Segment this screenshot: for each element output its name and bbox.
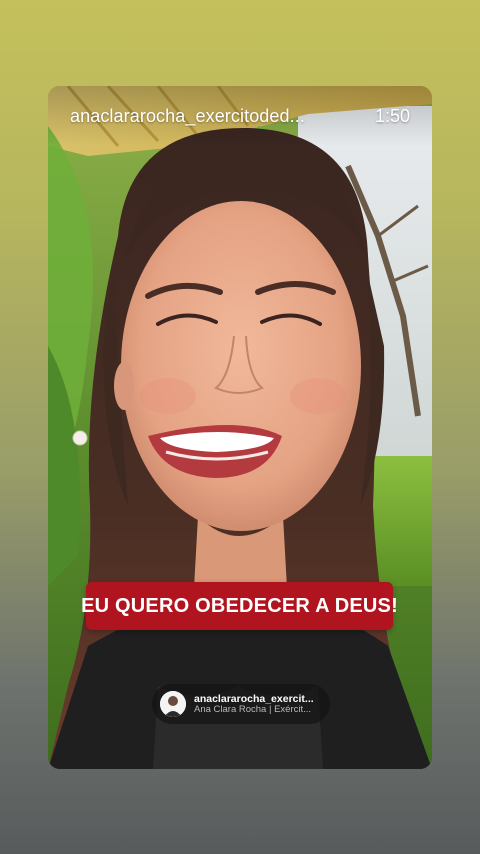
profile-mention-sticker[interactable]: anaclararocha_exercit... Ana Clara Rocha… xyxy=(152,684,330,724)
avatar-icon xyxy=(160,691,186,717)
story-header: anaclararocha_exercitoded... 1:50 xyxy=(48,86,432,146)
story-username[interactable]: anaclararocha_exercitoded... xyxy=(70,106,305,127)
story-video-frame xyxy=(48,86,432,769)
caption-banner: EU QUERO OBEDECER A DEUS! xyxy=(81,582,398,630)
profile-mention-display-name: Ana Clara Rocha | Exércit... xyxy=(194,704,312,715)
story-card[interactable]: anaclararocha_exercitoded... 1:50 EU QUE… xyxy=(48,86,432,769)
avatar xyxy=(160,691,186,717)
caption-text: EU QUERO OBEDECER A DEUS! xyxy=(81,594,398,617)
profile-mention-username: anaclararocha_exercit... xyxy=(194,692,314,705)
video-timer: 1:50 xyxy=(374,105,410,126)
profile-mention-text: anaclararocha_exercit... Ana Clara Rocha… xyxy=(194,693,314,716)
